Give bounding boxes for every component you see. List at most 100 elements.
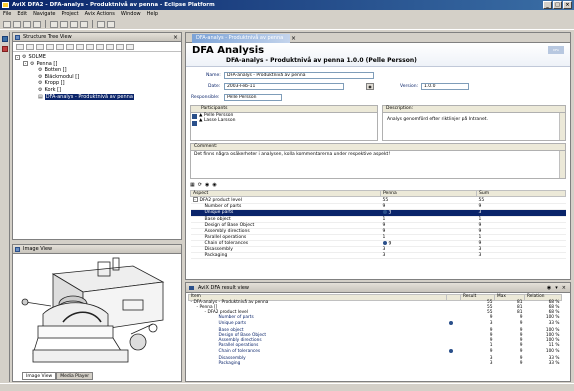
close-button[interactable]: ×	[563, 1, 572, 9]
save-icon[interactable]	[23, 20, 31, 28]
result-view-header: AviX DFA result view ◉ ▾ ×	[186, 283, 570, 293]
dfa-editor-panel: DFA-analys - Produktnivå av penna × DFA …	[185, 32, 571, 280]
description-scrollbar[interactable]	[559, 113, 565, 140]
save-all-icon[interactable]	[80, 20, 88, 28]
responsible-field[interactable]: Pelle Persson	[224, 94, 282, 101]
menu-navigate[interactable]: Navigate	[33, 10, 55, 19]
expander[interactable]: -	[23, 61, 28, 67]
close-icon[interactable]: ×	[562, 283, 566, 293]
back-icon[interactable]	[97, 20, 105, 28]
tree-item-label: DFA-analys - Produktnivå av penna	[44, 93, 134, 101]
comment-marker-icon[interactable]	[448, 321, 453, 326]
structure-tree-panel: Structure Tree View × - ⚙ SOLME - ⚙ Penn…	[12, 32, 182, 240]
description-text[interactable]: Analys genomförd efter riktlinjer på Int…	[383, 113, 565, 122]
maximize-button[interactable]: □	[553, 1, 562, 9]
table-row[interactable]: Packaging 3 3	[190, 252, 566, 259]
comment-marker-icon[interactable]	[382, 240, 387, 245]
shortcut-icon[interactable]	[2, 46, 8, 52]
link-editor-icon[interactable]	[26, 43, 34, 50]
participant-item[interactable]: ▲ Lasse Larsson	[191, 118, 377, 123]
editor-tab-dfa-analysis[interactable]: DFA-analys - Produktnivå av penna ×	[192, 34, 296, 43]
minimize-button[interactable]: _	[543, 1, 552, 9]
menu-help[interactable]: Help	[147, 10, 158, 19]
table-row[interactable]: - DFA2 product level 55 55	[190, 196, 566, 204]
participant-name: Lasse Larsson	[203, 118, 236, 123]
menu-project[interactable]: Project	[62, 10, 79, 19]
menu-file[interactable]: File	[3, 10, 11, 19]
paste-icon[interactable]	[70, 20, 78, 28]
settings-icon[interactable]: ◉	[547, 283, 551, 293]
menu-avix-actions[interactable]: Avix Actions	[85, 10, 115, 19]
tab-media-player[interactable]: Media Player	[56, 372, 94, 380]
add-participant-icon[interactable]	[192, 114, 197, 119]
version-field[interactable]: 1.0.0	[421, 83, 469, 90]
collapse-all-icon[interactable]	[16, 43, 24, 50]
expander[interactable]: -	[192, 197, 198, 202]
comment-text[interactable]: Det finns några osäkerheter i analysen, …	[191, 151, 565, 157]
tree-item-dfa-analysis[interactable]: ▤ DFA-analys - Produktnivå av penna	[15, 93, 179, 101]
move-up-icon[interactable]	[66, 43, 74, 50]
refresh-icon[interactable]	[106, 43, 114, 50]
marker-cell	[447, 349, 461, 356]
close-icon[interactable]: ×	[291, 34, 296, 43]
tab-image-view[interactable]: Image View	[22, 372, 57, 380]
table-row[interactable]: Packaging 3 9 33 %	[189, 361, 562, 367]
name-field[interactable]: DFA-analys - Produktnivå av penna	[224, 72, 374, 79]
structure-tree-title: Structure Tree View	[23, 34, 72, 40]
remove-participant-icon[interactable]	[192, 121, 197, 126]
delete-icon[interactable]	[86, 43, 94, 50]
expander[interactable]: -	[205, 310, 207, 315]
filter-icon[interactable]: ⟳	[198, 182, 202, 188]
comment-marker-icon[interactable]	[448, 349, 453, 354]
move-down-icon[interactable]	[76, 43, 84, 50]
filter-icon[interactable]	[96, 43, 104, 50]
comment-marker-icon[interactable]	[382, 210, 387, 214]
expander[interactable]: -	[197, 305, 199, 310]
image-view-title: Image View	[23, 246, 53, 252]
image-view-tabs: Image View Media Player	[22, 372, 94, 380]
menu-icon[interactable]	[126, 43, 134, 50]
tree-item-kork[interactable]: ⚙ Kork []	[15, 87, 179, 94]
image-view-panel: Image View	[12, 244, 182, 382]
add-part-icon[interactable]	[36, 43, 44, 50]
calendar-icon[interactable]: ◉	[366, 83, 374, 90]
add-assembly-icon[interactable]	[46, 43, 54, 50]
cut-icon[interactable]	[50, 20, 58, 28]
table-row[interactable]: Unique parts 3 9 33 %	[189, 321, 562, 328]
add-analysis-icon[interactable]	[56, 43, 64, 50]
tree-item-blackmodul[interactable]: ⚙ Bläckmodul []	[15, 74, 179, 81]
toolbar-separator	[45, 20, 46, 28]
comment-box: Comment: Det finns några osäkerheter i a…	[190, 143, 566, 179]
participants-box: Participants ▲ Pelle Persson ▲ Lasse Lar…	[190, 105, 378, 141]
tree-item-kropp[interactable]: ⚙ Kropp []	[15, 80, 179, 87]
copy-icon[interactable]	[60, 20, 68, 28]
close-icon[interactable]: ×	[173, 33, 178, 42]
main-toolbar	[0, 19, 574, 30]
tree-item-penna[interactable]: - ⚙ Penna []	[15, 61, 179, 68]
tree-item-solme[interactable]: - ⚙ SOLME	[15, 54, 179, 61]
add-column-icon[interactable]: ▦	[190, 182, 195, 188]
tree-item-label: Kork []	[44, 86, 62, 93]
view-menu-icon[interactable]: ▾	[555, 283, 558, 293]
settings-icon[interactable]: ◉	[212, 182, 216, 188]
tree-item-botten[interactable]: ⚙ Botten []	[15, 67, 179, 74]
comment-scrollbar[interactable]	[559, 151, 565, 178]
window-title: AviX DFA2 - DFA-analys - Produktnivå av …	[12, 2, 215, 8]
penna-cell[interactable]: 3	[380, 252, 477, 259]
open-icon[interactable]	[13, 20, 21, 28]
part-icon: ⚙	[38, 86, 43, 93]
print-icon[interactable]	[33, 20, 41, 28]
structure-tree-header: Structure Tree View ×	[13, 33, 181, 42]
new-icon[interactable]	[3, 20, 11, 28]
calc-icon[interactable]: ◉	[205, 182, 209, 188]
forward-icon[interactable]	[107, 20, 115, 28]
penna-cell[interactable]: 55	[380, 196, 477, 204]
menu-window[interactable]: Window	[121, 10, 141, 19]
date-field[interactable]: 2003-Feb-11	[224, 83, 344, 90]
expander[interactable]: -	[191, 300, 193, 305]
expander[interactable]: -	[15, 54, 20, 60]
properties-icon[interactable]	[116, 43, 124, 50]
perspective-icon[interactable]	[2, 36, 8, 42]
penna-value: 9	[388, 241, 392, 246]
menu-edit[interactable]: Edit	[17, 10, 27, 19]
